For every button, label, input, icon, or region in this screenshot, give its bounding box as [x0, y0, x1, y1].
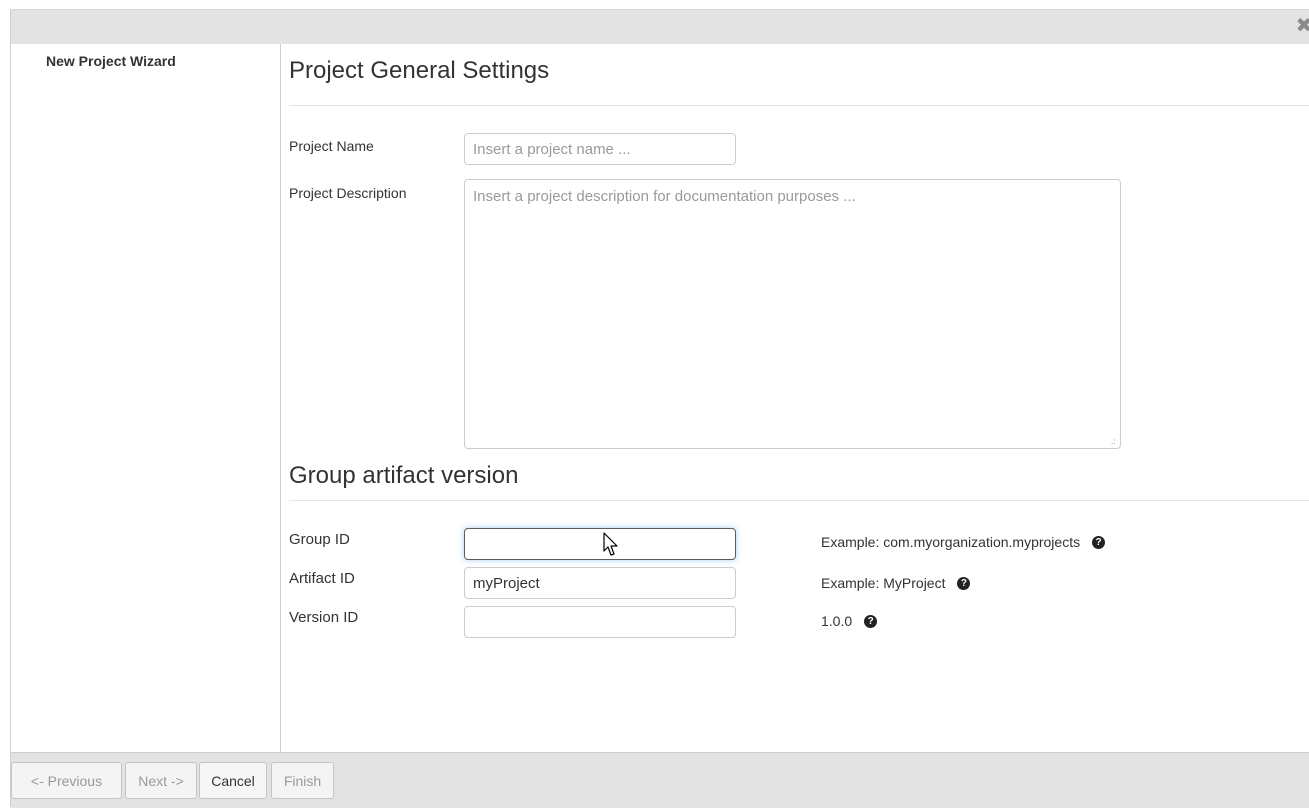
artifact-id-hint: Example: MyProject ? — [821, 575, 971, 591]
project-description-textarea[interactable] — [464, 179, 1121, 449]
group-id-input[interactable] — [464, 528, 736, 560]
cancel-button[interactable]: Cancel — [199, 762, 267, 799]
dialog-titlebar: ✖ — [11, 10, 1309, 44]
question-circle-icon[interactable]: ? — [1092, 535, 1106, 549]
wizard-footer: <- Previous Next -> Cancel Finish — [11, 752, 1309, 808]
version-id-hint-text: 1.0.0 — [821, 613, 853, 629]
group-id-hint-text: Example: com.myorganization.myprojects — [821, 534, 1081, 550]
version-id-hint: 1.0.0 ? — [821, 613, 878, 629]
wizard-sidebar: New Project Wizard — [11, 44, 281, 752]
section-divider — [289, 105, 1309, 106]
project-description-label: Project Description — [289, 185, 407, 201]
version-id-input[interactable] — [464, 606, 736, 638]
next-button[interactable]: Next -> — [125, 762, 197, 799]
general-settings-title: Project General Settings — [289, 57, 550, 84]
question-circle-icon[interactable]: ? — [957, 576, 971, 590]
artifact-id-hint-text: Example: MyProject — [821, 575, 946, 591]
question-circle-icon[interactable]: ? — [864, 614, 878, 628]
finish-button[interactable]: Finish — [271, 762, 334, 799]
new-project-wizard-dialog: ✖ New Project Wizard Project General Set… — [10, 9, 1309, 808]
group-id-label: Group ID — [289, 531, 350, 548]
sidebar-title: New Project Wizard — [46, 53, 176, 69]
artifact-id-input[interactable] — [464, 567, 736, 599]
group-id-hint: Example: com.myorganization.myprojects ? — [821, 534, 1106, 550]
group-artifact-version-title: Group artifact version — [289, 462, 519, 489]
artifact-id-label: Artifact ID — [289, 570, 355, 587]
close-icon[interactable]: ✖ — [1294, 15, 1309, 37]
previous-button[interactable]: <- Previous — [11, 762, 122, 799]
project-name-input[interactable] — [464, 133, 736, 165]
wizard-content: Project General Settings Project Name Pr… — [289, 44, 1309, 752]
version-id-label: Version ID — [289, 609, 359, 626]
section-divider — [289, 500, 1309, 501]
resize-grip-icon[interactable]: .: — [1111, 437, 1115, 446]
project-name-label: Project Name — [289, 138, 374, 154]
